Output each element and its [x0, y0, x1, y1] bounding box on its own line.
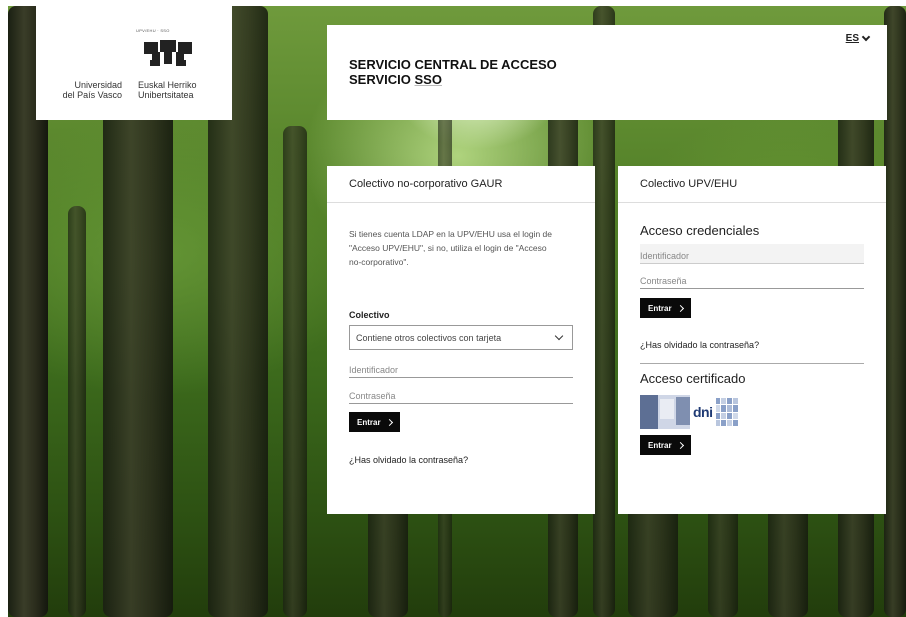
- colectivo-label: Colectivo: [349, 310, 390, 320]
- chevron-right-icon: [676, 304, 684, 312]
- logo-text-spanish: Universidad del País Vasco: [62, 80, 122, 100]
- language-label: ES: [845, 33, 859, 44]
- submit-button[interactable]: Entrar: [640, 298, 691, 318]
- forgot-password-link[interactable]: ¿Has olvidado la contraseña?: [349, 455, 573, 465]
- panel-corporate: Colectivo UPV/EHU Acceso credenciales En…: [618, 166, 886, 514]
- digital-certificate-icon: [640, 395, 690, 429]
- dni-chip-icon: [715, 398, 738, 426]
- language-selector[interactable]: ES: [845, 32, 871, 44]
- logo-text-basque: Euskal Herriko Unibertsitatea: [138, 80, 197, 100]
- university-logo[interactable]: UPV/EHU · SSO Universidad del País Vasco…: [36, 6, 232, 120]
- colectivo-select[interactable]: Contiene otros colectivos con tarjeta: [349, 325, 573, 350]
- logo-tagline: UPV/EHU · SSO: [136, 28, 170, 33]
- page-title: SERVICIO CENTRAL DE ACCESO SERVICIO SSO: [349, 57, 557, 87]
- certificate-logos: dni: [640, 395, 864, 429]
- panel-non-corporate: Colectivo no-corporativo GAUR Si tienes …: [327, 166, 595, 514]
- panel-heading: Colectivo no-corporativo GAUR: [327, 166, 595, 203]
- password-input[interactable]: [640, 269, 864, 289]
- divider: [640, 363, 864, 364]
- submit-button[interactable]: Entrar: [349, 412, 400, 432]
- password-input[interactable]: [349, 384, 573, 404]
- chevron-down-icon: [554, 331, 564, 341]
- dni-logo: dni: [693, 404, 713, 420]
- chevron-right-icon: [676, 441, 684, 449]
- colectivo-selected-value: Contiene otros colectivos con tarjeta: [356, 332, 502, 343]
- chevron-right-icon: [385, 418, 393, 426]
- certificate-title: Acceso certificado: [640, 371, 746, 386]
- submit-label: Entrar: [357, 417, 381, 427]
- identifier-input[interactable]: [640, 244, 864, 264]
- header: ES SERVICIO CENTRAL DE ACCESO SERVICIO S…: [327, 25, 887, 120]
- forgot-password-link[interactable]: ¿Has olvidado la contraseña?: [640, 340, 864, 350]
- panel-heading: Colectivo UPV/EHU: [618, 166, 886, 203]
- certificate-submit-button[interactable]: Entrar: [640, 435, 691, 455]
- credentials-title: Acceso credenciales: [640, 223, 760, 238]
- submit-label: Entrar: [648, 440, 672, 450]
- submit-label: Entrar: [648, 303, 672, 313]
- upv-ehu-tree-emblem-icon: [144, 40, 192, 66]
- login-instructions: Si tienes cuenta LDAP en la UPV/EHU usa …: [349, 229, 553, 267]
- chevron-down-icon: [861, 32, 871, 42]
- identifier-input[interactable]: [349, 358, 573, 378]
